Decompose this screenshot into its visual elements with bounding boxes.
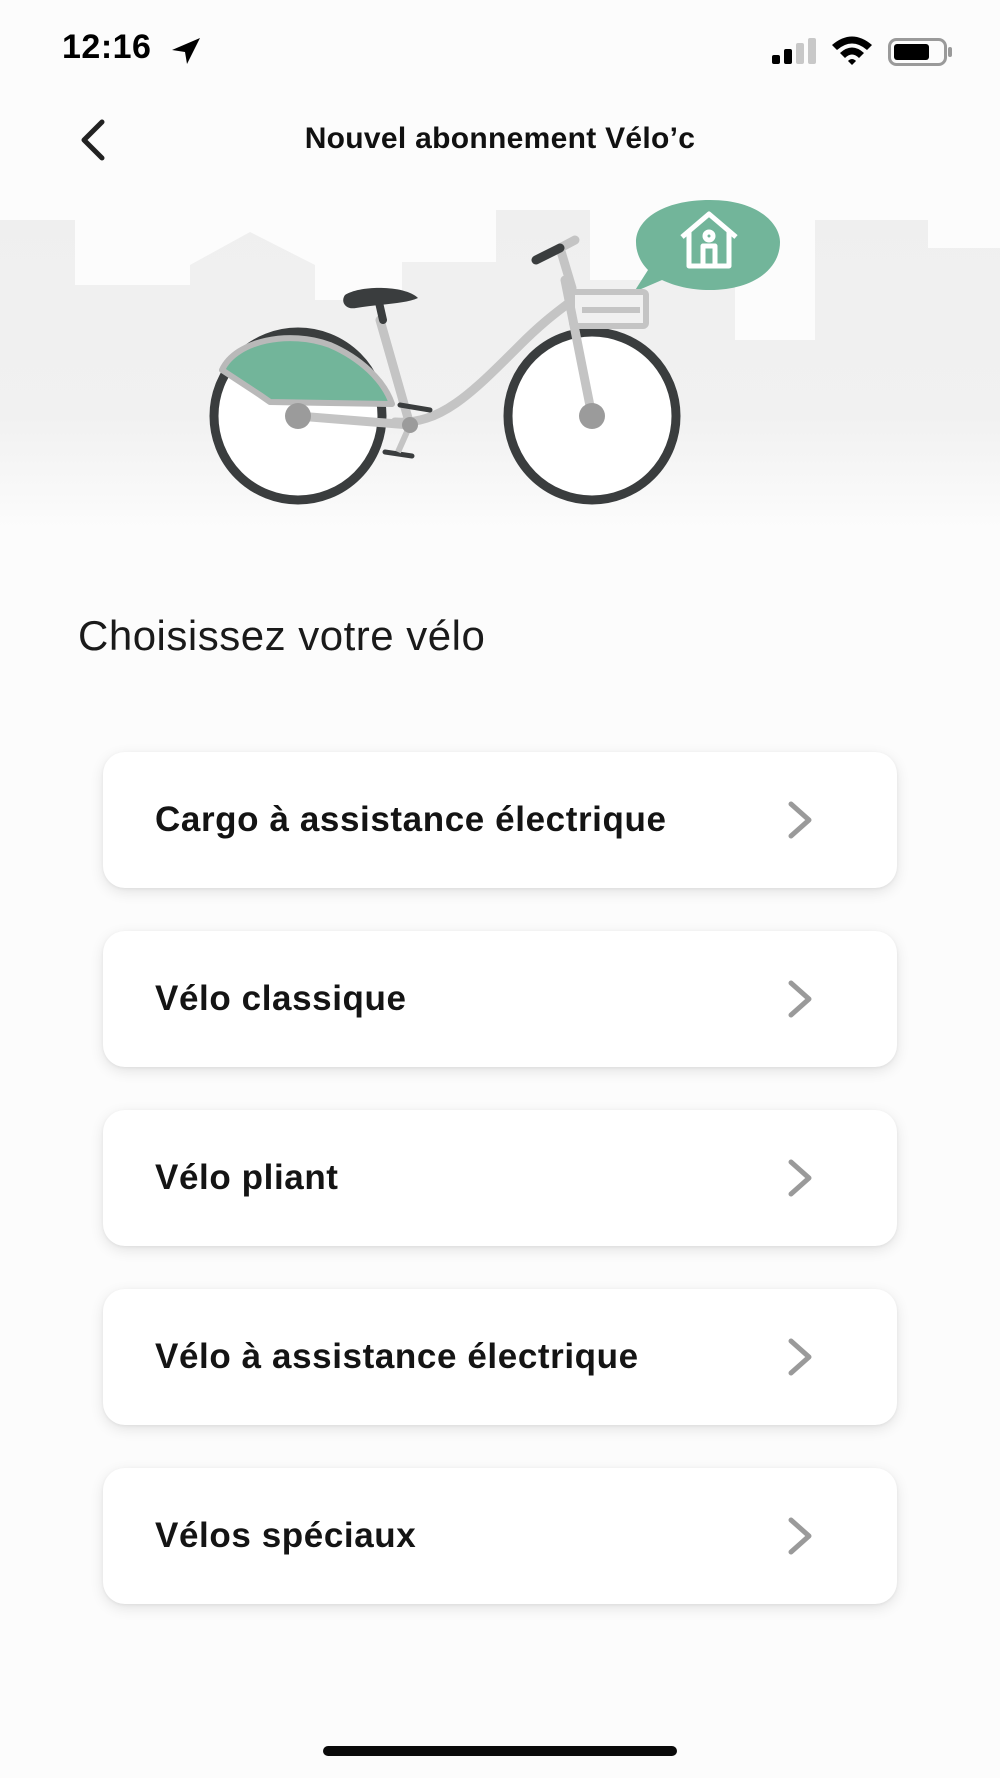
hero-illustration [0, 170, 1000, 530]
chevron-right-icon [788, 801, 812, 839]
page-title: Nouvel abonnement Vélo’c [304, 122, 696, 155]
chevron-right-icon [788, 1338, 812, 1376]
home-indicator[interactable] [323, 1746, 677, 1756]
section-heading: Choisissez votre vélo [78, 612, 486, 659]
battery-icon [888, 38, 952, 66]
option-label: Cargo à assistance électrique [155, 800, 667, 839]
option-cargo-electric[interactable]: Cargo à assistance électrique [103, 752, 897, 888]
option-label: Vélo pliant [155, 1158, 339, 1197]
status-bar: 12:16 [0, 0, 1000, 100]
option-velo-pliant[interactable]: Vélo pliant [103, 1110, 897, 1246]
option-label: Vélo à assistance électrique [155, 1337, 639, 1376]
status-time: 12:16 [62, 28, 152, 66]
chevron-right-icon [788, 1517, 812, 1555]
option-label: Vélos spéciaux [155, 1516, 417, 1555]
chevron-right-icon [788, 1159, 812, 1197]
signal-icon [772, 38, 816, 64]
bicycle-illustration [0, 200, 1000, 530]
bike-options-list: Cargo à assistance électrique Vélo class… [103, 752, 897, 1647]
option-velo-classique[interactable]: Vélo classique [103, 931, 897, 1067]
option-label: Vélo classique [155, 979, 407, 1018]
option-velo-electric[interactable]: Vélo à assistance électrique [103, 1289, 897, 1425]
wifi-icon [832, 36, 872, 65]
location-arrow-icon [172, 38, 200, 64]
chevron-right-icon [788, 980, 812, 1018]
option-velos-speciaux[interactable]: Vélos spéciaux [103, 1468, 897, 1604]
